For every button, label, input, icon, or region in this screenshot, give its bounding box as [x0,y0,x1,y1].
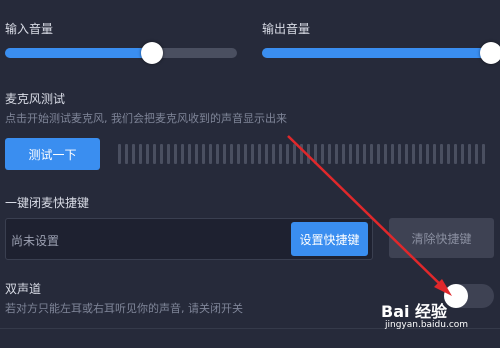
watermark-brand: Bai 经验 [381,302,448,321]
annotation-arrow [287,135,452,296]
annotation-arrow-line [287,135,447,291]
watermark-url: jingyan.baidu.com [385,320,469,330]
